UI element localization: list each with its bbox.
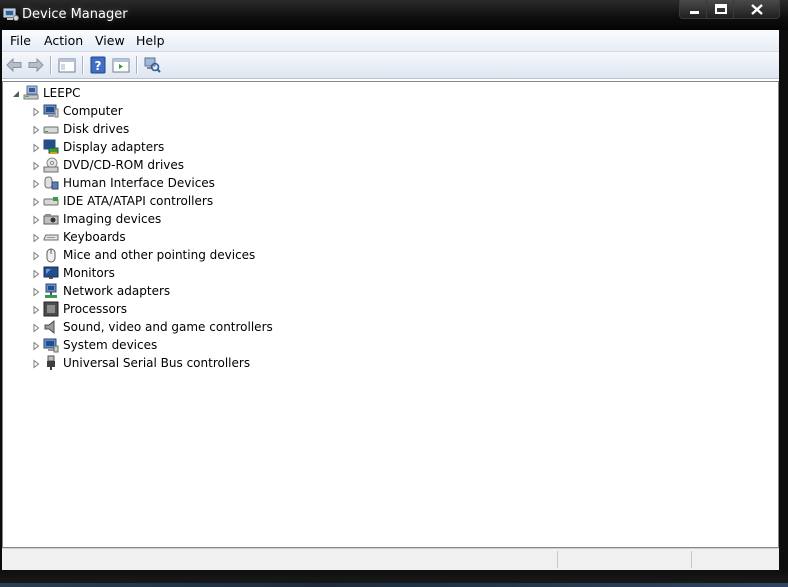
collapse-arrow-icon[interactable] — [11, 88, 21, 98]
expand-arrow-icon[interactable] — [31, 358, 41, 369]
tree-item-network-adapters[interactable]: Network adapters — [31, 282, 170, 300]
tree-item-label: Disk drives — [63, 122, 130, 136]
menu-file[interactable]: File — [10, 33, 31, 48]
tree-item-label: Human Interface Devices — [63, 176, 215, 190]
keyboard-icon — [43, 229, 59, 245]
minimize-button[interactable] — [679, 0, 707, 19]
expand-arrow-icon[interactable] — [31, 286, 41, 297]
tree-item-display-adapters[interactable]: Display adapters — [31, 138, 164, 156]
forward-arrow-icon[interactable] — [26, 55, 46, 75]
tree-item-label: Keyboards — [63, 230, 126, 244]
minimize-icon — [690, 11, 699, 14]
properties-icon[interactable] — [111, 55, 131, 75]
tree-item-keyboards[interactable]: Keyboards — [31, 228, 126, 246]
menu-action[interactable]: Action — [44, 33, 83, 48]
hid-icon — [43, 175, 59, 191]
caption-buttons — [679, 0, 780, 20]
status-bar — [2, 548, 779, 571]
tree-item-label: Monitors — [63, 266, 115, 280]
expand-arrow-icon[interactable] — [31, 160, 41, 171]
dvd-drive-icon — [43, 157, 59, 173]
tree-item-label: Imaging devices — [63, 212, 162, 226]
tree-item-label: System devices — [63, 338, 158, 352]
title-bar[interactable]: Device Manager — [0, 0, 788, 30]
tree-item-monitors[interactable]: Monitors — [31, 264, 115, 282]
mouse-icon — [43, 247, 59, 263]
tree-item-mice-and-other-pointing-devices[interactable]: Mice and other pointing devices — [31, 246, 255, 264]
tree-item-label: Computer — [63, 104, 123, 118]
expand-arrow-icon[interactable] — [31, 304, 41, 315]
show-hide-console-tree-icon[interactable] — [57, 55, 77, 75]
desktop-background-strip — [0, 583, 788, 587]
expand-arrow-icon[interactable] — [31, 268, 41, 279]
ide-controller-icon — [43, 193, 59, 209]
tree-item-imaging-devices[interactable]: Imaging devices — [31, 210, 161, 228]
status-pane — [557, 551, 688, 568]
tree-item-universal-serial-bus-controllers[interactable]: Universal Serial Bus controllers — [31, 354, 250, 372]
scan-hardware-icon[interactable] — [142, 55, 162, 75]
tree-item-system-devices[interactable]: System devices — [31, 336, 157, 354]
tree-item-computer[interactable]: Computer — [31, 102, 123, 120]
display-adapter-icon — [43, 139, 59, 155]
close-button[interactable] — [734, 0, 780, 19]
maximize-button[interactable] — [707, 0, 734, 19]
tree-item-label: DVD/CD-ROM drives — [63, 158, 185, 172]
window-title: Device Manager — [22, 7, 128, 22]
expand-arrow-icon[interactable] — [31, 322, 41, 333]
close-icon — [751, 4, 763, 15]
expand-arrow-icon[interactable] — [31, 142, 41, 153]
expand-arrow-icon[interactable] — [31, 214, 41, 225]
processor-icon — [43, 301, 59, 317]
tree-item-label: Sound, video and game controllers — [63, 320, 273, 334]
sound-icon — [43, 319, 59, 335]
device-manager-icon — [3, 6, 19, 22]
tree-root-label: LEEPC — [43, 86, 81, 100]
expand-arrow-icon[interactable] — [31, 178, 41, 189]
expand-arrow-icon[interactable] — [31, 196, 41, 207]
imaging-device-icon — [43, 211, 59, 227]
status-pane — [691, 551, 777, 568]
expand-arrow-icon[interactable] — [31, 124, 41, 135]
computer-network-icon — [23, 85, 39, 101]
network-adapter-icon — [43, 283, 59, 299]
tree-item-disk-drives[interactable]: Disk drives — [31, 120, 129, 138]
toolbar-separator — [50, 56, 52, 74]
monitor-icon — [43, 265, 59, 281]
tree-item-processors[interactable]: Processors — [31, 300, 127, 318]
tree-item-human-interface-devices[interactable]: Human Interface Devices — [31, 174, 215, 192]
toolbar: ? — [2, 52, 779, 79]
svg-text:?: ? — [95, 59, 102, 73]
usb-icon — [43, 355, 59, 371]
toolbar-separator — [136, 56, 138, 74]
menu-help[interactable]: Help — [136, 33, 165, 48]
help-icon[interactable]: ? — [88, 55, 108, 75]
computer-icon — [43, 103, 59, 119]
tree-item-label: Processors — [63, 302, 128, 316]
tree-item-ide-ata-atapi-controllers[interactable]: IDE ATA/ATAPI controllers — [31, 192, 213, 210]
menu-bar: File Action View Help — [2, 30, 779, 52]
maximize-icon — [715, 4, 727, 14]
tree-item-label: Universal Serial Bus controllers — [63, 356, 251, 370]
expand-arrow-icon[interactable] — [31, 340, 41, 351]
device-tree[interactable]: LEEPC Computer Disk drives Display adapt… — [2, 81, 779, 548]
tree-root-leepc[interactable]: LEEPC — [11, 84, 80, 102]
disk-drive-icon — [43, 121, 59, 137]
expand-arrow-icon[interactable] — [31, 232, 41, 243]
expand-arrow-icon[interactable] — [31, 250, 41, 261]
tree-item-label: Network adapters — [63, 284, 171, 298]
tree-item-label: Mice and other pointing devices — [63, 248, 256, 262]
tree-item-label: Display adapters — [63, 140, 165, 154]
expand-arrow-icon[interactable] — [31, 106, 41, 117]
tree-item-dvd-cd-rom-drives[interactable]: DVD/CD-ROM drives — [31, 156, 184, 174]
back-arrow-icon[interactable] — [4, 55, 24, 75]
system-devices-icon — [43, 337, 59, 353]
tree-item-label: IDE ATA/ATAPI controllers — [63, 194, 214, 208]
tree-item-sound-video-and-game-controllers[interactable]: Sound, video and game controllers — [31, 318, 273, 336]
menu-view[interactable]: View — [95, 33, 125, 48]
device-manager-window: Device Manager File Action View Help ? L… — [0, 0, 788, 587]
client-area: File Action View Help ? LEEPC Computer D… — [2, 30, 779, 571]
window-frame-right — [779, 30, 788, 570]
toolbar-separator — [82, 56, 84, 74]
